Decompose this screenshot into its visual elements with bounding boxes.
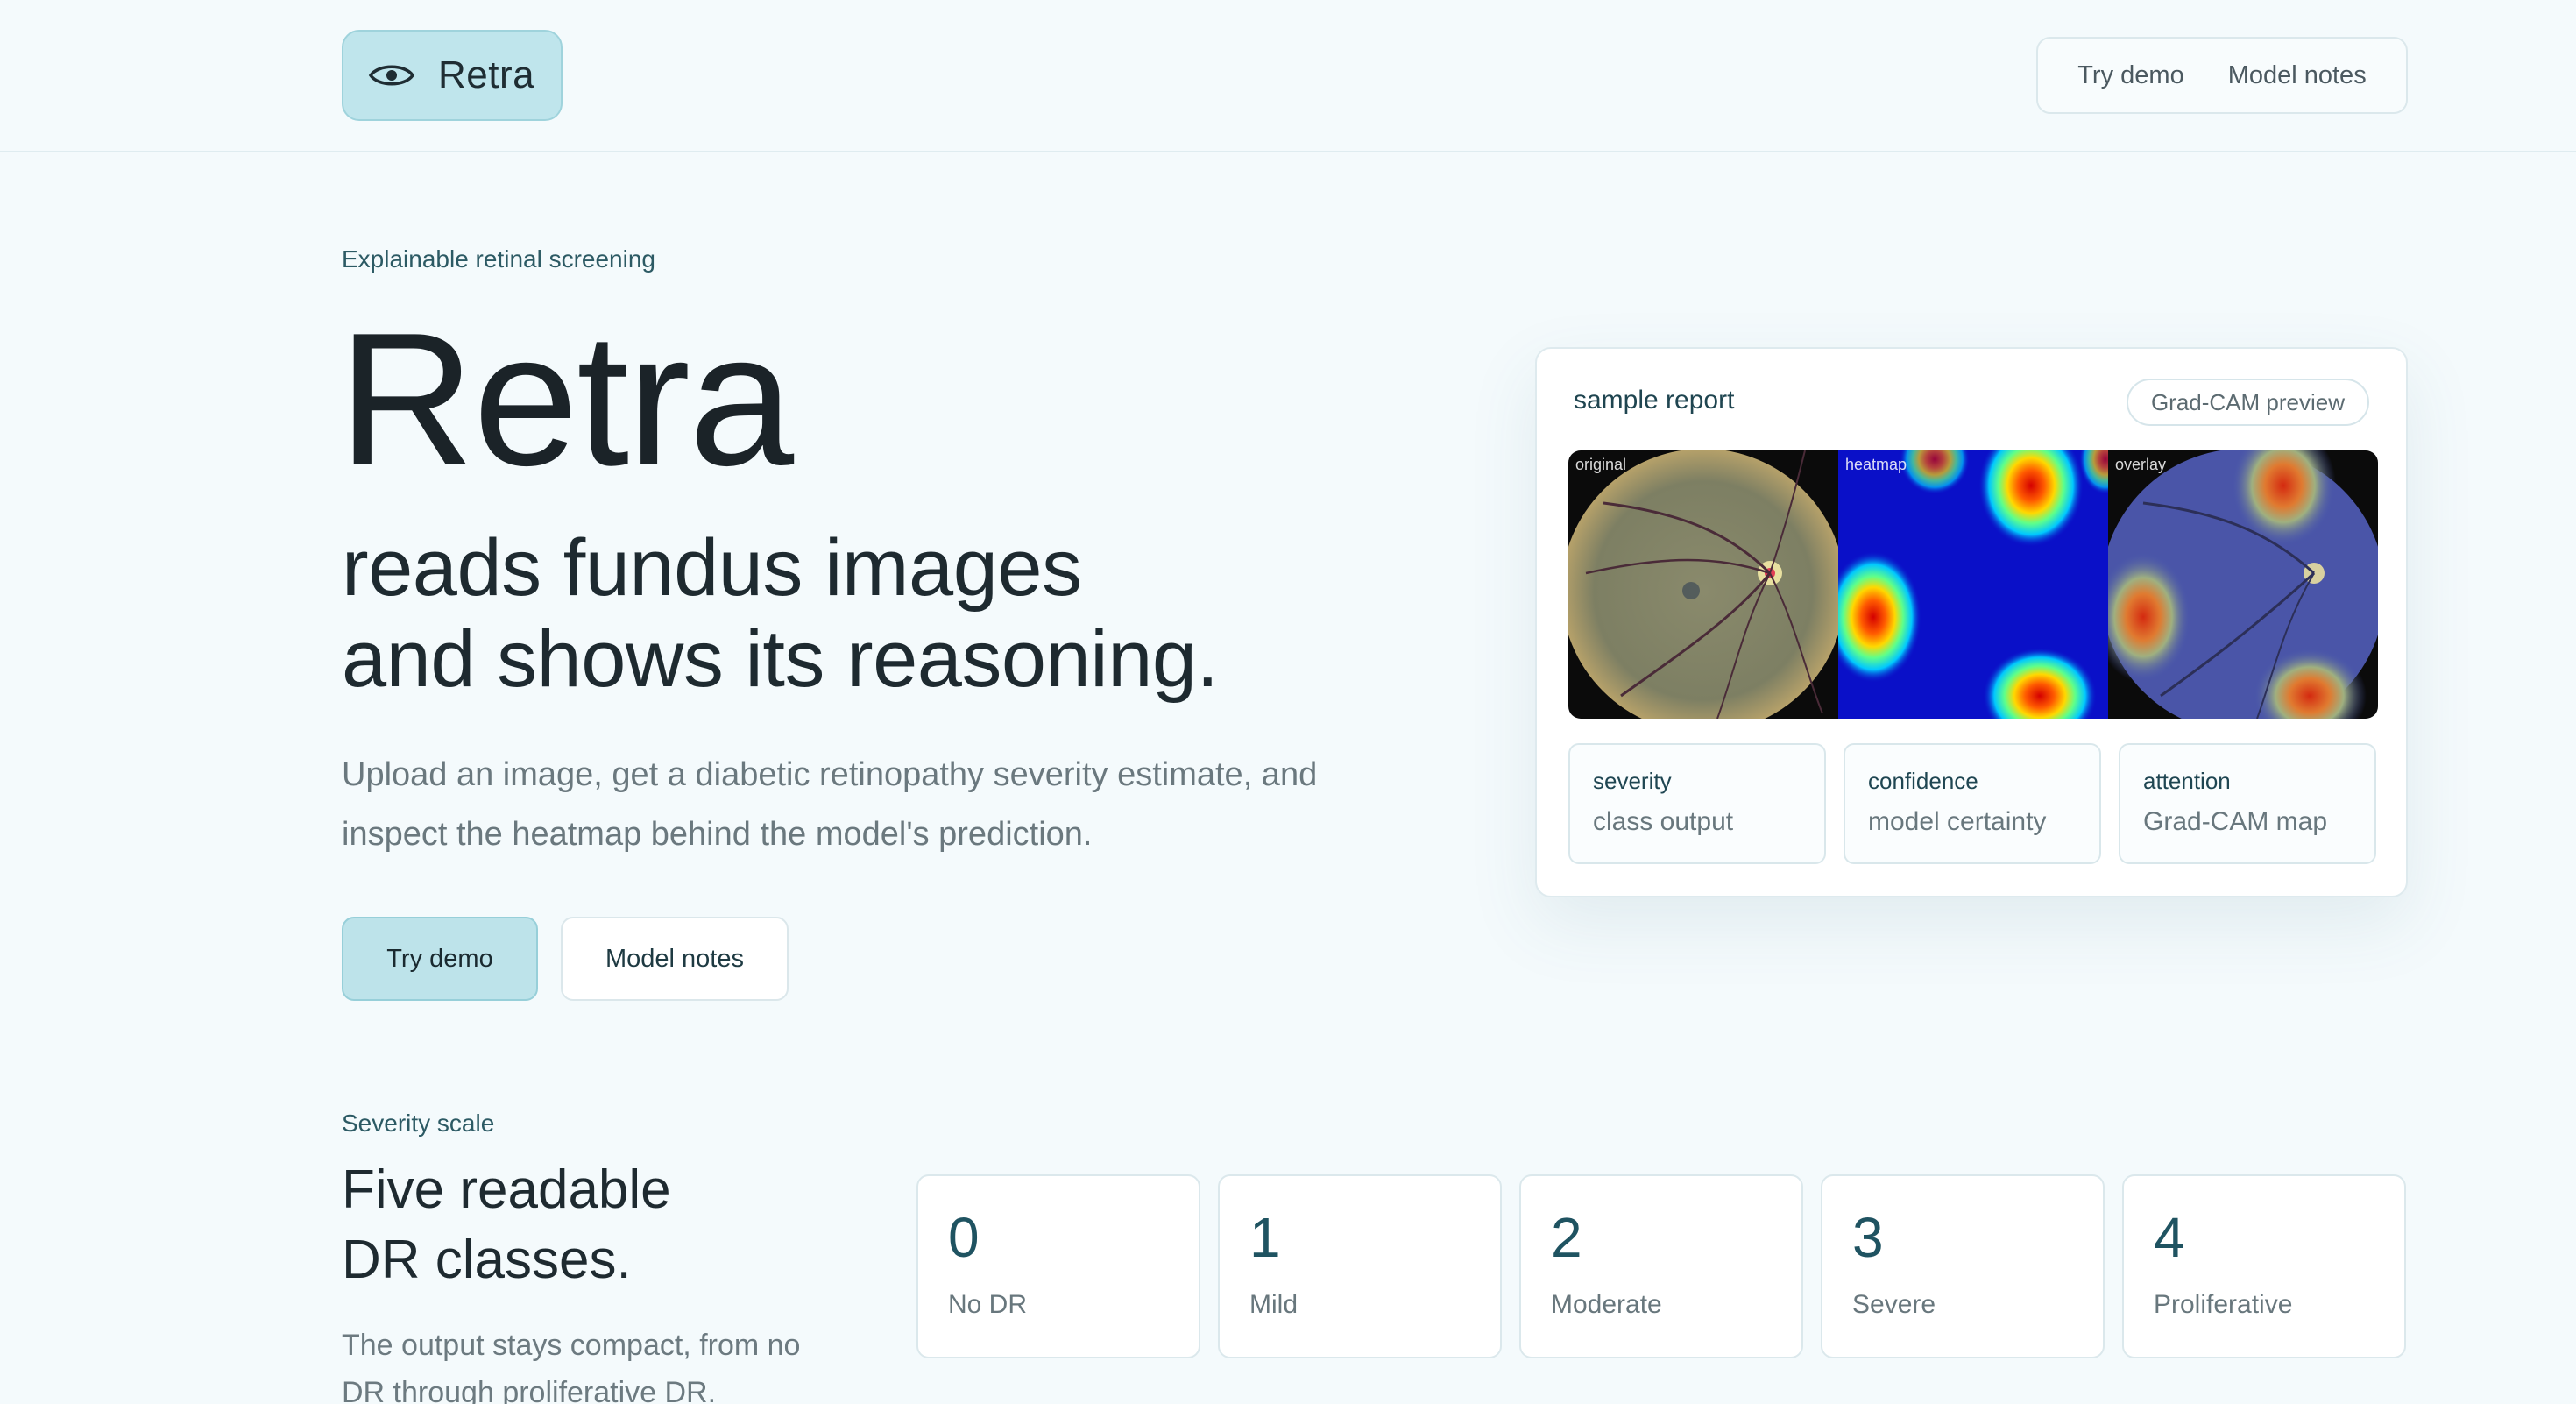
metric-confidence: confidence model certainty — [1844, 743, 2101, 864]
severity-classes: 0 No DR 1 Mild 2 Moderate 3 Severe 4 Pro… — [916, 1174, 2406, 1358]
class-card-2: 2 Moderate — [1519, 1174, 1803, 1358]
hero-title: Retra — [338, 293, 794, 505]
report-metrics: severity class output confidence model c… — [1568, 743, 2376, 864]
class-number: 3 — [1852, 1206, 1884, 1269]
heatmap-image — [1838, 450, 2108, 719]
metric-value: Grad-CAM map — [2143, 807, 2328, 836]
model-notes-button[interactable]: Model notes — [561, 917, 789, 1001]
class-name: Mild — [1249, 1290, 1299, 1319]
try-demo-button[interactable]: Try demo — [342, 917, 538, 1001]
class-card-1: 1 Mild — [1218, 1174, 1502, 1358]
class-name: Moderate — [1551, 1290, 1662, 1319]
top-nav: Try demo Model notes — [2036, 37, 2408, 114]
class-number: 4 — [2154, 1206, 2185, 1269]
fundus-image — [1568, 450, 1838, 719]
metric-severity: severity class output — [1568, 743, 1826, 864]
eye-icon — [368, 65, 415, 86]
panel-label-heatmap: heatmap — [1845, 456, 1907, 473]
severity-description: The output stays compact, from no DR thr… — [342, 1329, 801, 1404]
site-header: Retra Try demo Model notes — [0, 0, 2576, 152]
sample-report-card: sample report Grad-CAM preview original … — [1535, 347, 2408, 897]
panel-label-original: original — [1575, 456, 1627, 473]
class-card-0: 0 No DR — [916, 1174, 1200, 1358]
severity-title-line-2: DR classes. — [342, 1230, 632, 1290]
class-card-4: 4 Proliferative — [2122, 1174, 2406, 1358]
class-card-3: 3 Severe — [1821, 1174, 2105, 1358]
hero-description: Upload an image, get a diabetic retinopa… — [342, 756, 1318, 853]
metric-value: model certainty — [1868, 807, 2047, 836]
overlay-panel: overlay — [2108, 450, 2378, 719]
gradcam-preview-badge: Grad-CAM preview — [2126, 379, 2369, 426]
heatmap-panel: heatmap — [1838, 450, 2108, 719]
class-number: 0 — [948, 1206, 980, 1269]
class-name: Severe — [1852, 1290, 1936, 1319]
image-panels: original heatmap overlay — [1568, 450, 2378, 719]
metric-key: severity — [1593, 768, 1672, 794]
brand-name: Retra — [438, 53, 535, 96]
brand-logo[interactable]: Retra — [342, 30, 563, 121]
severity-title-line-1: Five readable — [342, 1159, 671, 1220]
report-title: sample report — [1574, 386, 1735, 415]
hero-subtitle-line-1: reads fundus images — [342, 523, 1082, 613]
hero-eyebrow: Explainable retinal screening — [342, 245, 655, 273]
metric-key: attention — [2143, 768, 2231, 794]
metric-key: confidence — [1868, 768, 1978, 794]
class-number: 1 — [1249, 1206, 1281, 1269]
hero-subtitle: reads fundus images and shows its reason… — [342, 522, 1481, 705]
nav-try-demo[interactable]: Try demo — [2077, 61, 2183, 90]
severity-title: Five readable DR classes. — [342, 1155, 867, 1295]
overlay-image — [2108, 450, 2378, 719]
class-number: 2 — [1551, 1206, 1582, 1269]
severity-eyebrow: Severity scale — [342, 1110, 495, 1137]
class-name: Proliferative — [2154, 1290, 2293, 1319]
hero-subtitle-line-2: and shows its reasoning. — [342, 614, 1219, 704]
class-name: No DR — [948, 1290, 1028, 1319]
metric-value: class output — [1593, 807, 1734, 836]
panel-label-overlay: overlay — [2115, 456, 2167, 473]
original-panel: original — [1568, 450, 1838, 719]
metric-attention: attention Grad-CAM map — [2119, 743, 2376, 864]
nav-model-notes[interactable]: Model notes — [2228, 61, 2367, 90]
